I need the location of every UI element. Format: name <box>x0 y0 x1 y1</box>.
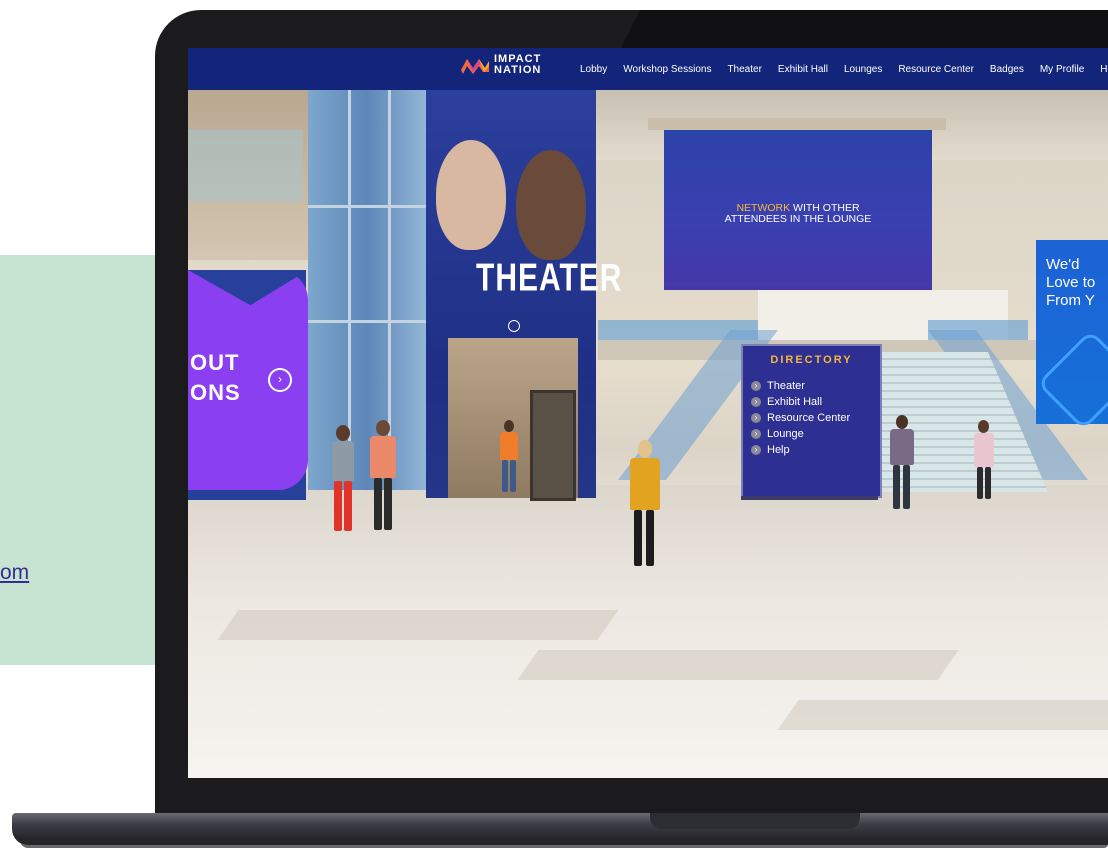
nav-item-resource-center[interactable]: Resource Center <box>890 64 982 75</box>
laptop-base-shadow <box>20 840 1108 848</box>
directory-item-label: Resource Center <box>767 412 851 424</box>
nav-item-my-profile[interactable]: My Profile <box>1032 64 1092 75</box>
nav-item-help[interactable]: Help <box>1092 64 1108 75</box>
directory-item-theater[interactable]: › Theater <box>751 378 850 394</box>
floor-light-stripe <box>517 650 959 680</box>
directory-item-lounge[interactable]: › Lounge <box>751 426 850 442</box>
floor-light-stripe <box>217 610 619 640</box>
glass-elevator-tower <box>308 90 426 490</box>
nav-menu: Lobby Workshop Sessions Theater Exhibit … <box>572 48 1108 90</box>
background-link[interactable]: om <box>0 561 29 585</box>
directory-list: › Theater › Exhibit Hall › Resource Center … <box>751 378 850 458</box>
directory-item-label: Lounge <box>767 428 804 440</box>
tower-rail <box>308 320 426 323</box>
background-panel <box>0 255 160 665</box>
laptop-screen: OUT ONS › THEATER NETWORK WITH OTHER ATT… <box>188 48 1108 778</box>
floor-light-stripe <box>777 700 1108 730</box>
lounge-banner-line2: ATTENDEES IN THE LOUNGE <box>724 213 872 225</box>
top-nav-bar: IMPACT NATION Lobby Workshop Sessions Th… <box>188 48 1108 90</box>
tower-rail <box>308 205 426 208</box>
brand-name-line2: NATION <box>494 64 542 76</box>
nav-item-lobby[interactable]: Lobby <box>572 64 615 75</box>
nav-item-exhibit-hall[interactable]: Exhibit Hall <box>770 64 836 75</box>
chevron-right-icon: › <box>751 413 761 423</box>
laptop-opening-notch <box>650 813 860 829</box>
speaker-portrait-2 <box>516 150 586 260</box>
directory-sign: DIRECTORY › Theater › Exhibit Hall › Resour… <box>741 344 882 498</box>
directory-item-label: Help <box>767 444 790 456</box>
feedback-banner-text: We'd Love to From Y <box>1046 256 1095 310</box>
feedback-banner-line1: We'd <box>1046 256 1080 273</box>
brand-logo[interactable]: IMPACT NATION <box>460 54 541 76</box>
balcony-glass <box>188 130 303 202</box>
chevron-right-icon: › <box>751 445 761 455</box>
chevron-right-icon: › <box>751 429 761 439</box>
chevron-right-icon: › <box>751 397 761 407</box>
elevator-door <box>530 390 576 501</box>
nav-item-theater[interactable]: Theater <box>719 64 769 75</box>
virtual-lobby-scene: OUT ONS › THEATER NETWORK WITH OTHER ATT… <box>188 90 1108 778</box>
lounge-banner-text: NETWORK WITH OTHER ATTENDEES IN THE LOUN… <box>664 203 932 225</box>
directory-item-label: Theater <box>767 380 805 392</box>
chevron-right-icon[interactable]: › <box>268 368 292 392</box>
banner-header-bar <box>648 118 946 130</box>
sessions-banner-line2: ONS <box>190 380 241 405</box>
directory-title: DIRECTORY <box>770 354 853 366</box>
feedback-banner-line2: Love to <box>1046 274 1096 291</box>
theater-title: THEATER <box>476 256 623 300</box>
theater-arrow-icon[interactable] <box>508 320 520 332</box>
nav-item-badges[interactable]: Badges <box>982 64 1032 75</box>
directory-item-label: Exhibit Hall <box>767 396 823 408</box>
speaker-portrait-1 <box>436 140 506 250</box>
laptop-lid-glare <box>620 10 1108 50</box>
nav-item-workshop-sessions[interactable]: Workshop Sessions <box>615 64 719 75</box>
directory-item-exhibit-hall[interactable]: › Exhibit Hall <box>751 394 850 410</box>
impact-nation-logo-icon <box>461 59 489 74</box>
feedback-banner-line3: From Y <box>1046 292 1095 309</box>
nav-item-lounges[interactable]: Lounges <box>836 64 890 75</box>
directory-item-resource-center[interactable]: › Resource Center <box>751 410 850 426</box>
sessions-banner-text: OUT ONS <box>190 348 241 408</box>
directory-base <box>741 496 878 500</box>
brand-name: IMPACT NATION <box>494 54 541 76</box>
chevron-right-icon: › <box>751 381 761 391</box>
sessions-banner-line1: OUT <box>190 350 240 375</box>
directory-item-help[interactable]: › Help <box>751 442 850 458</box>
